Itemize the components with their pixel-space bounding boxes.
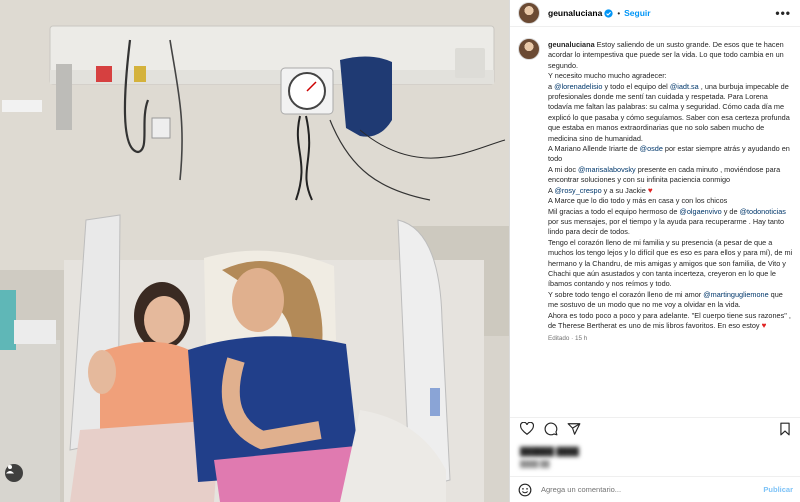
caption-avatar[interactable] xyxy=(518,38,540,60)
heart-emoji-icon: ♥ xyxy=(647,185,653,195)
likes-count-blurred: ██████ ████ xyxy=(520,447,579,456)
caption-text: geunaluciana Estoy saliendo de un susto … xyxy=(548,40,793,345)
post-username[interactable]: geunaluciana xyxy=(548,8,602,18)
caption-paragraph: Mil gracias a todo el equipo hermoso de … xyxy=(548,207,793,238)
more-options-icon[interactable]: ••• xyxy=(775,6,791,20)
mention-link[interactable]: @osde xyxy=(640,144,663,153)
post-side-panel: geunaluciana • Seguir ••• geunaluciana E… xyxy=(509,0,800,502)
caption-username[interactable]: geunaluciana xyxy=(548,40,595,49)
mention-link[interactable]: @olgaenvivo xyxy=(679,207,721,216)
share-icon[interactable] xyxy=(567,422,581,436)
mention-link[interactable]: @marisalabovsky xyxy=(578,165,636,174)
avatar[interactable] xyxy=(518,2,540,24)
caption-text-run: A mi doc xyxy=(548,164,579,174)
mention-link[interactable]: @todonoticias xyxy=(740,207,786,216)
comment-bar: Publicar xyxy=(510,476,800,502)
caption-paragraph: A Mariano Allende Iriarte de @osde por e… xyxy=(548,144,793,165)
mention-link[interactable]: @rosy_crespo xyxy=(555,186,602,195)
hospital-photo-image xyxy=(0,0,509,502)
edited-timestamp: Editado · 15 h xyxy=(548,335,588,343)
separator-dot: • xyxy=(617,8,621,18)
heart-icon[interactable] xyxy=(520,422,534,436)
tag-user-button[interactable] xyxy=(5,464,23,482)
caption-text-run: y todo el equipo del xyxy=(602,81,670,91)
caption-text-run: Ahora es todo poco a poco y para adelant… xyxy=(548,310,791,330)
emoji-icon[interactable] xyxy=(518,483,532,497)
caption-paragraph: A @rosy_crespo y a su Jackie ♥ xyxy=(548,186,793,196)
caption-paragraph: Tengo el corazón lleno de mi familia y s… xyxy=(548,238,793,290)
caption-text-run: y a su Jackie xyxy=(601,185,648,195)
caption-text-run: y de xyxy=(721,206,740,216)
caption-text-run: A Mariano Allende Iriarte de xyxy=(548,144,640,154)
heart-emoji-icon: ♥ xyxy=(761,320,767,330)
likes-summary: ██████ ████ ████ ██ xyxy=(510,441,800,475)
caption-paragraph: geunaluciana Estoy saliendo de un susto … xyxy=(548,40,793,71)
post-header: geunaluciana • Seguir ••• xyxy=(510,0,800,27)
caption-paragraph: A mi doc @marisalabovsky presente en cad… xyxy=(548,165,793,186)
caption-paragraph: A Marce que lo dio todo y más en casa y … xyxy=(548,196,793,206)
mention-link[interactable]: @iadt.sa xyxy=(670,82,699,91)
caption-text-run: Y sobre todo tengo el corazón lleno de m… xyxy=(548,289,704,299)
post-photo[interactable] xyxy=(0,0,509,502)
tag-user-icon xyxy=(6,465,14,474)
caption-text-run: Y necesito mucho mucho agradecer: xyxy=(548,71,667,81)
caption-text-run: por sus mensajes, por el tiempo y la ayu… xyxy=(548,216,785,237)
caption-text-run: Mil gracias a todo el equipo hermoso de xyxy=(548,206,680,216)
date-blurred: ████ ██ xyxy=(520,461,550,468)
caption-text-run: Tengo el corazón lleno de mi familia y s… xyxy=(548,237,793,289)
verified-badge-icon xyxy=(604,8,613,18)
mention-link[interactable]: @martingugliemone xyxy=(703,290,768,299)
caption-scroll-area[interactable]: geunaluciana Estoy saliendo de un susto … xyxy=(510,31,800,409)
comment-icon[interactable] xyxy=(544,422,558,436)
comment-input[interactable] xyxy=(541,485,731,494)
caption-paragraph: Y necesito mucho mucho agradecer: xyxy=(548,71,793,81)
caption-paragraph: Ahora es todo poco a poco y para adelant… xyxy=(548,311,793,332)
caption-text-run: A Marce que lo dio todo y más en casa y … xyxy=(548,196,728,206)
action-bar xyxy=(510,417,800,441)
mention-link[interactable]: @lorenadelisio xyxy=(554,82,602,91)
follow-button[interactable]: Seguir xyxy=(624,8,650,18)
publish-button[interactable]: Publicar xyxy=(763,485,793,494)
caption-paragraph: Y sobre todo tengo el corazón lleno de m… xyxy=(548,290,793,311)
caption-paragraph: a @lorenadelisio y todo el equipo del @i… xyxy=(548,82,793,144)
save-icon[interactable] xyxy=(778,422,792,436)
